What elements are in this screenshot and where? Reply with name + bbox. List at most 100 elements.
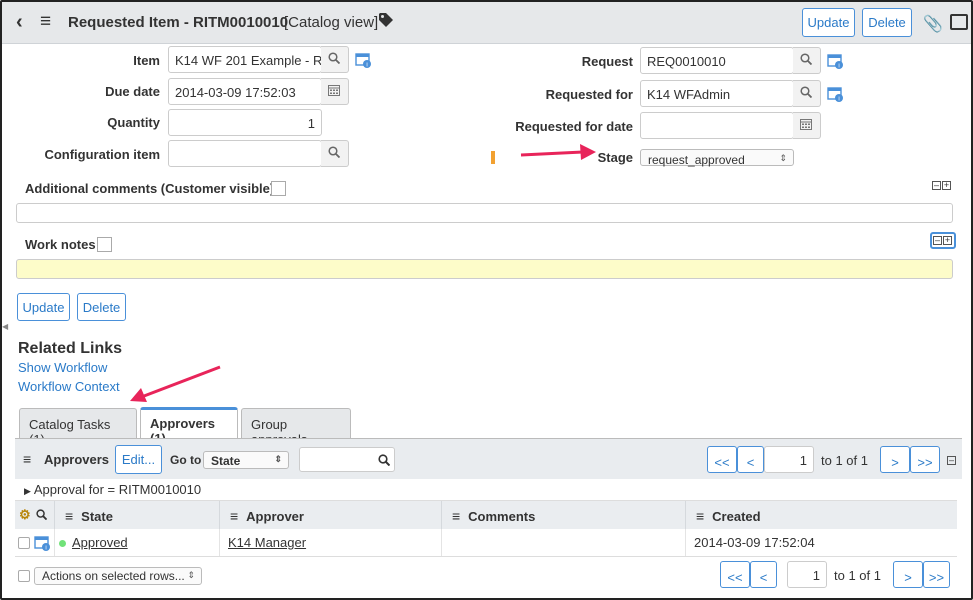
- header-update-button[interactable]: Update: [802, 8, 855, 37]
- table-cell-approver[interactable]: K14 Manager: [220, 529, 442, 557]
- tab-catalog-tasks[interactable]: Catalog Tasks (1): [19, 408, 137, 447]
- show-workflow-link[interactable]: Show Workflow: [18, 360, 107, 375]
- search-icon[interactable]: [36, 509, 47, 520]
- work-notes-textarea[interactable]: [16, 259, 953, 279]
- list-menu-icon[interactable]: ≡: [23, 451, 31, 467]
- column-header-created[interactable]: ≡ Created: [686, 501, 957, 529]
- footer-page-next-button[interactable]: >: [893, 561, 923, 588]
- goto-label: Go to: [170, 453, 202, 467]
- reference-info-icon[interactable]: i: [355, 53, 373, 69]
- additional-comments-textarea[interactable]: [16, 203, 953, 223]
- select-all-checkbox[interactable]: [18, 570, 30, 582]
- select-arrows-icon: ⇕: [779, 153, 787, 163]
- related-list-toolbar: ≡ Approvers Edit... Go to State ⇕ << < 1…: [15, 438, 962, 479]
- collapse-expand-icon[interactable]: – +: [932, 180, 952, 191]
- actions-select-value: Actions on selected rows...: [42, 569, 185, 583]
- column-header-state[interactable]: ≡ State: [55, 501, 220, 529]
- work-notes-checkbox[interactable]: [97, 237, 112, 252]
- header-delete-button[interactable]: Delete: [862, 8, 912, 37]
- requested-for-lookup-button[interactable]: [793, 80, 821, 107]
- page-prev-button[interactable]: <: [737, 446, 764, 473]
- form-delete-button[interactable]: Delete: [77, 293, 126, 321]
- svg-text:i: i: [838, 97, 839, 103]
- additional-comments-checkbox[interactable]: [271, 181, 286, 196]
- view-name: [Catalog view]: [284, 14, 379, 31]
- tag-icon[interactable]: [378, 12, 394, 28]
- more-options-icon[interactable]: [950, 14, 968, 30]
- field-modified-indicator: [491, 151, 495, 164]
- column-header-comments[interactable]: ≡ Comments: [442, 501, 686, 529]
- footer-page-number-input[interactable]: 1: [787, 561, 827, 588]
- item-lookup-button[interactable]: [321, 46, 349, 73]
- table-cell-created: 2014-03-09 17:52:04: [694, 535, 815, 550]
- search-icon: [800, 53, 812, 65]
- collapse-expand-icon[interactable]: – +: [930, 232, 956, 249]
- column-menu-icon[interactable]: ≡: [696, 508, 704, 524]
- requested-for-date-label: Requested for date: [515, 119, 633, 134]
- request-lookup-button[interactable]: [793, 47, 821, 74]
- collapse-handle-icon[interactable]: ◀: [2, 322, 8, 331]
- reference-info-icon[interactable]: i: [827, 54, 845, 70]
- stage-select[interactable]: request_approved ⇕: [640, 149, 794, 167]
- list-edit-button[interactable]: Edit...: [115, 445, 162, 474]
- svg-text:i: i: [838, 64, 839, 70]
- quantity-label: Quantity: [107, 115, 160, 130]
- paperclip-icon[interactable]: 📎: [923, 14, 943, 34]
- select-arrows-icon: ⇕: [274, 454, 282, 464]
- requested-for-label: Requested for: [545, 87, 633, 102]
- approver-link[interactable]: K14 Manager: [228, 535, 306, 550]
- gear-icon[interactable]: ⚙: [19, 507, 31, 522]
- footer-page-last-button[interactable]: >>: [923, 561, 950, 588]
- filter-expand-icon[interactable]: ▶: [24, 486, 31, 496]
- footer-page-prev-button[interactable]: <: [750, 561, 777, 588]
- actions-select[interactable]: Actions on selected rows... ⇕: [34, 567, 202, 585]
- page-number-input[interactable]: 1: [764, 446, 814, 473]
- goto-select[interactable]: State ⇕: [203, 451, 289, 469]
- page-next-button[interactable]: >: [880, 446, 910, 473]
- status-dot-icon: [59, 540, 66, 548]
- requested-for-field[interactable]: K14 WFAdmin: [640, 80, 794, 107]
- configuration-item-field[interactable]: [168, 140, 322, 167]
- table-settings-header: ⚙: [15, 501, 55, 529]
- tab-group-approvals[interactable]: Group approvals: [241, 408, 351, 447]
- row-checkbox[interactable]: [18, 537, 30, 549]
- column-header-approver[interactable]: ≡ Approver: [220, 501, 442, 529]
- due-date-field[interactable]: 2014-03-09 17:52:03: [168, 78, 322, 105]
- app-frame: ‹ ≡ Requested Item - RITM0010010 [Catalo…: [0, 0, 973, 600]
- requested-for-date-field[interactable]: [640, 112, 794, 139]
- filter-breadcrumb[interactable]: ▶ Approval for = RITM0010010: [24, 482, 201, 497]
- reference-info-icon[interactable]: i: [827, 87, 845, 103]
- table-cell-state[interactable]: Approved: [55, 529, 220, 557]
- column-menu-icon[interactable]: ≡: [65, 508, 73, 524]
- collapse-list-icon[interactable]: –: [947, 455, 957, 466]
- request-field[interactable]: REQ0010010: [640, 47, 794, 74]
- requested-for-date-picker-button[interactable]: [793, 112, 821, 139]
- request-label: Request: [581, 54, 633, 69]
- calendar-icon: [328, 85, 340, 96]
- due-date-label: Due date: [105, 84, 160, 99]
- footer-page-range: to 1 of 1: [834, 568, 881, 583]
- due-date-picker-button[interactable]: [321, 78, 349, 105]
- workflow-context-link[interactable]: Workflow Context: [18, 379, 120, 394]
- reference-info-icon[interactable]: i: [34, 536, 52, 552]
- item-field[interactable]: K14 WF 201 Example - R: [168, 46, 322, 73]
- search-icon[interactable]: [378, 454, 390, 466]
- page-first-button[interactable]: <<: [707, 446, 737, 473]
- svg-text:i: i: [366, 63, 367, 69]
- state-link[interactable]: Approved: [72, 535, 128, 550]
- column-header-label: Comments: [468, 509, 536, 524]
- back-icon[interactable]: ‹: [16, 11, 23, 34]
- hamburger-menu-icon[interactable]: ≡: [40, 11, 51, 33]
- tab-approvers[interactable]: Approvers (1): [140, 407, 238, 446]
- form-update-button[interactable]: Update: [17, 293, 70, 321]
- page-last-button[interactable]: >>: [910, 446, 940, 473]
- configuration-item-lookup-button[interactable]: [321, 140, 349, 167]
- stage-label: Stage: [597, 150, 633, 165]
- stage-select-value: request_approved: [648, 153, 745, 167]
- column-menu-icon[interactable]: ≡: [230, 508, 238, 524]
- column-menu-icon[interactable]: ≡: [452, 508, 460, 524]
- column-header-label: State: [81, 509, 113, 524]
- quantity-field[interactable]: 1: [168, 109, 322, 136]
- footer-page-first-button[interactable]: <<: [720, 561, 750, 588]
- table-bottom-border: [15, 556, 957, 557]
